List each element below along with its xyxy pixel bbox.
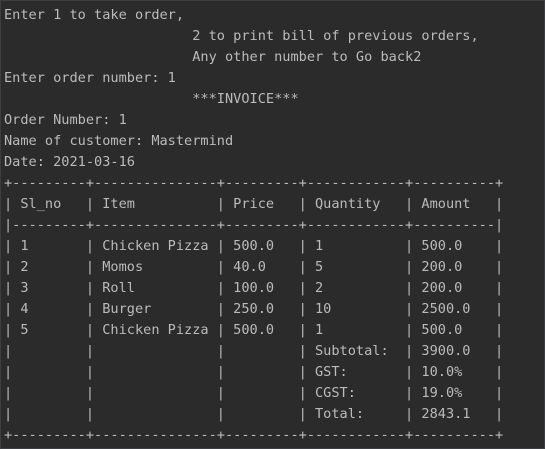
prompt-line: Enter 1 to take order, — [4, 7, 185, 23]
prompt-line: Any other number to Go back2 — [4, 49, 422, 65]
order-number-input-line: Enter order number: 1 — [4, 70, 176, 86]
table-row: | 2 | Momos | 40.0 | 5 | 200.0 | — [4, 259, 504, 275]
order-number-line: Order Number: 1 — [4, 112, 127, 128]
total-row: | | | | Total: | 2843.1 | — [4, 406, 504, 422]
table-row: | 4 | Burger | 250.0 | 10 | 2500.0 | — [4, 301, 504, 317]
table-row: | 5 | Chicken Pizza | 500.0 | 1 | 500.0 … — [4, 322, 504, 338]
table-border-top: +---------+---------------+---------+---… — [4, 175, 504, 191]
table-row: | 3 | Roll | 100.0 | 2 | 200.0 | — [4, 280, 504, 296]
subtotal-row: | | | | Subtotal: | 3900.0 | — [4, 343, 504, 359]
cgst-row: | | | | CGST: | 19.0% | — [4, 385, 504, 401]
table-header-row: | Sl_no | Item | Price | Quantity | Amou… — [4, 196, 504, 212]
prompt-line: 2 to print bill of previous orders, — [4, 28, 479, 44]
table-header-separator: |---------+---------------+---------+---… — [4, 217, 504, 233]
gst-row: | | | | GST: | 10.0% | — [4, 364, 504, 380]
invoice-heading: ***INVOICE*** — [4, 91, 299, 107]
table-border-bottom: +---------+---------------+---------+---… — [4, 427, 504, 443]
date-line: Date: 2021-03-16 — [4, 154, 135, 170]
table-row: | 1 | Chicken Pizza | 500.0 | 1 | 500.0 … — [4, 238, 504, 254]
terminal-console[interactable]: Enter 1 to take order, 2 to print bill o… — [0, 0, 545, 449]
customer-name-line: Name of customer: Mastermind — [4, 133, 234, 149]
